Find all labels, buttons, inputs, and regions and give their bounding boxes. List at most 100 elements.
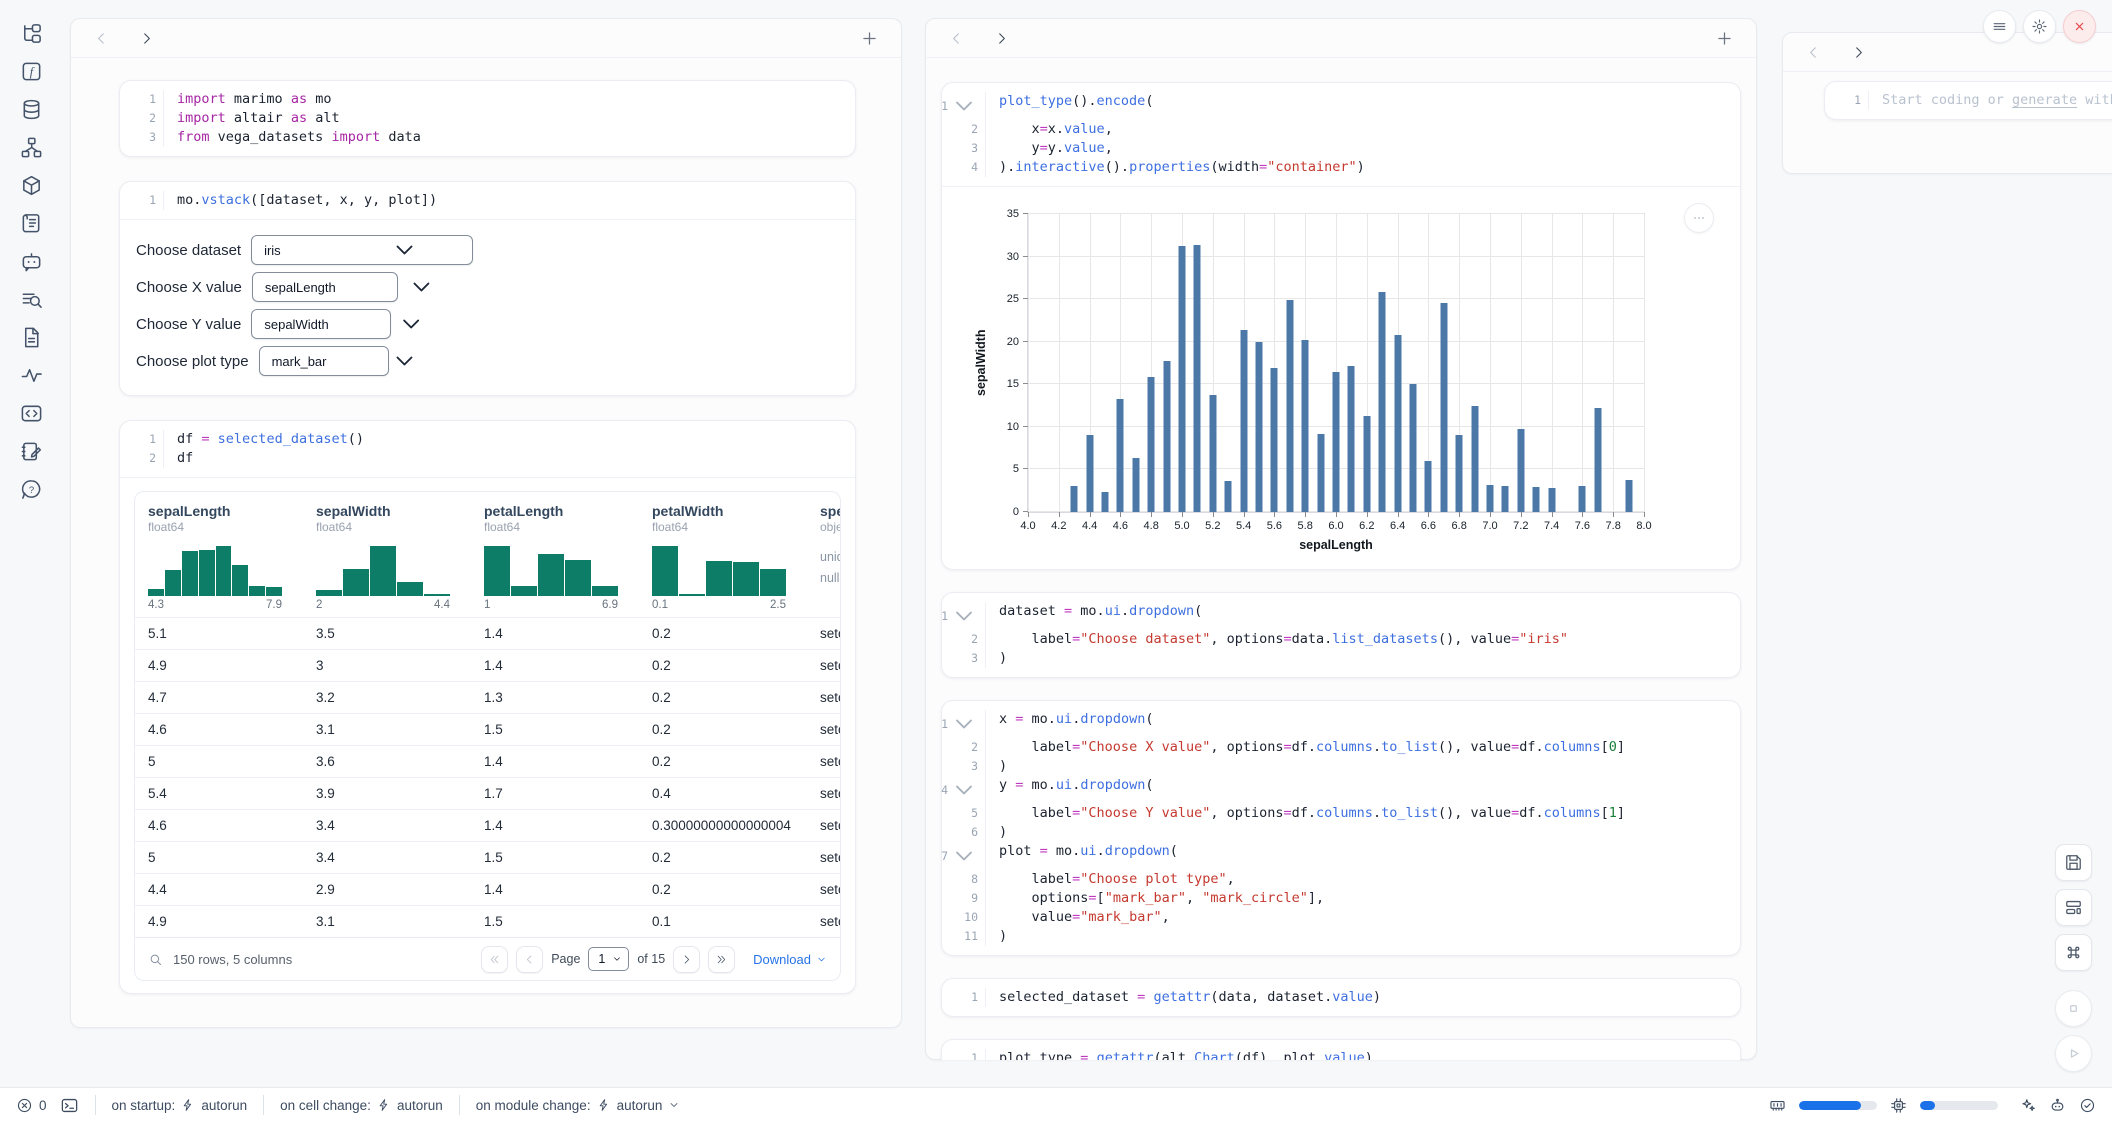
table-cell: 4.9 xyxy=(135,658,303,673)
run-config-2[interactable]: on cell change:autorun xyxy=(280,1098,443,1113)
app-view-button[interactable] xyxy=(2055,889,2092,926)
chart-actions-button[interactable] xyxy=(1684,203,1714,233)
table-cell: 1.4 xyxy=(471,626,639,641)
code-editor[interactable]: 1selected_dataset = getattr(data, datase… xyxy=(942,979,1740,1016)
document-sidebar-item[interactable] xyxy=(20,326,43,349)
choose-y-value-select[interactable]: sepalWidth xyxy=(251,309,390,339)
line-number: 5 xyxy=(950,804,986,823)
add-cell-button[interactable] xyxy=(860,29,879,48)
logs-scroll-icon xyxy=(20,212,43,235)
function-sidebar-item[interactable]: f xyxy=(20,60,43,83)
status-bar: 0 on startup:autorun on cell change:autor… xyxy=(0,1087,2112,1122)
code-editor[interactable]: 1mo.vstack([dataset, x, y, plot]) xyxy=(120,182,855,219)
file-tree-sidebar-item[interactable] xyxy=(20,22,43,45)
choose-x-value-select[interactable]: sepalLength xyxy=(252,272,398,302)
chart-bar xyxy=(1379,292,1386,512)
first-page-button[interactable] xyxy=(481,946,508,973)
x-tick-label: 5.0 xyxy=(1174,520,1189,532)
bolt-icon xyxy=(181,1098,195,1112)
column-collapse-left-button[interactable] xyxy=(93,30,110,47)
caret-down-icon xyxy=(360,273,483,301)
table-cell: 0.30000000000000004 xyxy=(639,818,807,833)
chart-bar xyxy=(1625,480,1632,512)
tick-x xyxy=(1552,512,1553,517)
code-editor[interactable]: 1plot_type = getattr(alt.Chart(df), plot… xyxy=(942,1040,1740,1060)
add-cell-button[interactable] xyxy=(1715,29,1734,48)
x-tick-label: 5.2 xyxy=(1205,520,1220,532)
run-all-button[interactable] xyxy=(2055,1035,2092,1072)
database-sidebar-item[interactable] xyxy=(20,98,43,121)
generate-link[interactable]: generate xyxy=(2012,92,2077,108)
chev-left-icon xyxy=(523,953,536,966)
tracing-sidebar-item[interactable] xyxy=(20,364,43,387)
code-editor[interactable]: 1 Start coding or generate with xyxy=(1825,82,2112,119)
line-number: 1 xyxy=(950,710,986,738)
x-tick-label: 4.4 xyxy=(1082,520,1097,532)
connection-status-button[interactable] xyxy=(2079,1097,2096,1114)
run-config-1[interactable]: on startup:autorun xyxy=(112,1098,248,1113)
line-number: 3 xyxy=(950,649,986,668)
next-page-button[interactable] xyxy=(673,946,700,973)
ai-sparkles-button[interactable] xyxy=(2019,1097,2036,1114)
code-line: dataset = mo.ui.dropdown( xyxy=(999,602,1202,630)
page-label: Page xyxy=(551,952,580,966)
snippets-sidebar-item[interactable] xyxy=(20,402,43,425)
chart-bar xyxy=(1579,486,1586,512)
column-collapse-left-button[interactable] xyxy=(1805,44,1822,61)
table-cell: 3.9 xyxy=(303,786,471,801)
code-editor[interactable]: 1dataset = mo.ui.dropdown(2 label="Choos… xyxy=(942,593,1740,677)
run-config-3[interactable]: on module change:autorun xyxy=(476,1098,681,1113)
save-button[interactable] xyxy=(2055,844,2092,881)
assistant-robot-button[interactable] xyxy=(2049,1097,2066,1114)
terminal-button[interactable] xyxy=(60,1096,79,1115)
code-line: mo.vstack([dataset, x, y, plot]) xyxy=(177,191,437,210)
code-editor[interactable]: 1x = mo.ui.dropdown(2 label="Choose X va… xyxy=(942,701,1740,955)
line-number: 8 xyxy=(950,870,986,889)
column-collapse-right-button[interactable] xyxy=(993,30,1010,47)
logs-scroll-sidebar-item[interactable] xyxy=(20,212,43,235)
column-range: 0.12.5 xyxy=(652,599,786,611)
last-page-button[interactable] xyxy=(708,946,735,973)
code-editor[interactable]: 1df = selected_dataset()2df xyxy=(120,421,855,477)
column-collapse-right-button[interactable] xyxy=(1850,44,1867,61)
dependency-graph-sidebar-item[interactable] xyxy=(20,136,43,159)
histogram-bar xyxy=(232,565,248,596)
notebook-sidebar-item[interactable] xyxy=(20,440,43,463)
column-name: species xyxy=(820,503,840,519)
download-link[interactable]: Download xyxy=(753,952,827,967)
chart-bar xyxy=(1487,485,1494,512)
x-tick-label: 5.4 xyxy=(1236,520,1251,532)
command-palette-button[interactable] xyxy=(2055,934,2092,971)
x-tick-label: 6.2 xyxy=(1359,520,1374,532)
x-tick-label: 5.6 xyxy=(1267,520,1282,532)
code-editor[interactable]: 1import marimo as mo2import altair as al… xyxy=(120,81,855,156)
chart-bar xyxy=(1225,481,1232,513)
chat-sidebar-item[interactable] xyxy=(20,250,43,273)
column-meta: unique:nulls: xyxy=(820,547,840,589)
notebook-column-1: 1import marimo as mo2import altair as al… xyxy=(70,18,902,1028)
settings-button[interactable] xyxy=(2023,10,2056,43)
table-scroll-area: sepalLengthfloat644.37.9sepalWidthfloat6… xyxy=(135,492,840,937)
prev-page-button[interactable] xyxy=(516,946,543,973)
choose-dataset-select[interactable]: iris xyxy=(251,235,473,265)
choose-plot-type-select[interactable]: mark_bar xyxy=(259,346,389,376)
menu-button[interactable] xyxy=(1983,10,2016,43)
column-collapse-right-button[interactable] xyxy=(138,30,155,47)
shutdown-button[interactable] xyxy=(2063,10,2096,43)
caret-down-icon xyxy=(305,236,504,264)
error-count-badge[interactable]: 0 xyxy=(16,1097,47,1114)
stop-button[interactable] xyxy=(2055,990,2092,1027)
code-editor[interactable]: 1plot_type().encode(2 x=x.value,3 y=y.va… xyxy=(942,83,1740,186)
chart-bar xyxy=(1471,406,1478,512)
column-collapse-left-button[interactable] xyxy=(948,30,965,47)
histogram-bar xyxy=(733,562,759,596)
tick-x xyxy=(1367,512,1368,517)
scratchpad-sidebar-item[interactable] xyxy=(20,288,43,311)
page-select[interactable]: 1 xyxy=(588,947,629,971)
search-icon-wrap[interactable] xyxy=(148,952,163,967)
code-line: options=["mark_bar", "mark_circle"], xyxy=(999,889,1324,908)
help-sidebar-item[interactable]: ? xyxy=(20,478,43,501)
table-cell: 5 xyxy=(135,850,303,865)
package-sidebar-item[interactable] xyxy=(20,174,43,197)
run-config-value: autorun xyxy=(397,1098,443,1113)
